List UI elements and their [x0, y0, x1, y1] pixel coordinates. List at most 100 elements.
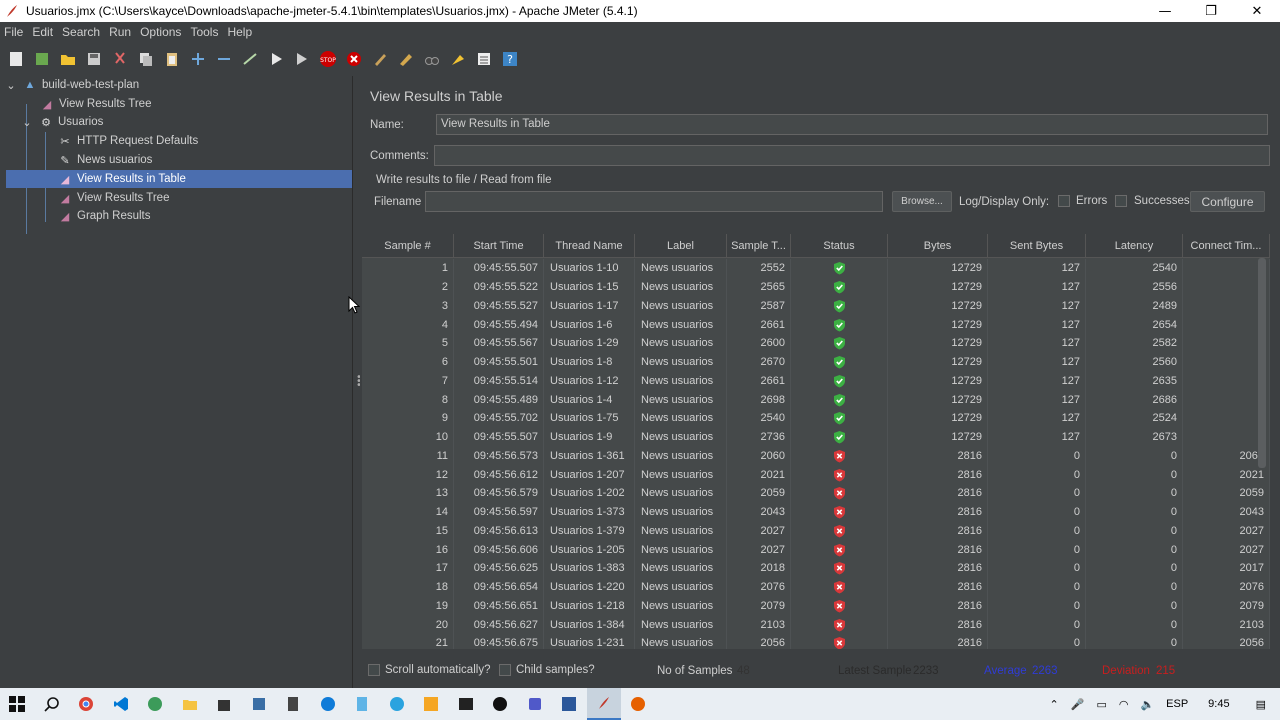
chevron-down-icon[interactable]: ⌄: [4, 78, 18, 92]
menu-options[interactable]: Options: [140, 25, 181, 39]
paste-icon[interactable]: [162, 49, 182, 69]
tree-item-usuarios[interactable]: ⌄ ⚙ Usuarios: [20, 113, 352, 131]
vscode-icon[interactable]: [104, 688, 139, 720]
menu-edit[interactable]: Edit: [32, 25, 53, 39]
edge-dev-icon[interactable]: [138, 688, 173, 720]
table-row[interactable]: 13 09:45:56.579 Usuarios 1-202 News usuario…: [362, 484, 1270, 503]
column-header[interactable]: Bytes: [888, 234, 988, 258]
minimize-button[interactable]: —: [1142, 0, 1188, 22]
tree-item-view-results-in-table[interactable]: ◢ View Results in Table: [6, 170, 352, 188]
clock[interactable]: 9:45: [1208, 698, 1229, 710]
table-row[interactable]: 8 09:45:55.489 Usuarios 1-4 News usuarios 26…: [362, 390, 1270, 409]
tree-item-view-results-tree[interactable]: ◢ View Results Tree: [40, 95, 352, 113]
shutdown-icon[interactable]: [344, 49, 364, 69]
table-row[interactable]: 16 09:45:56.606 Usuarios 1-205 News usuario…: [362, 540, 1270, 559]
windows-start-icon[interactable]: [0, 688, 35, 720]
table-row[interactable]: 9 09:45:55.702 Usuarios 1-75 News usuarios 2…: [362, 409, 1270, 428]
table-row[interactable]: 19 09:45:56.651 Usuarios 1-218 News usuario…: [362, 596, 1270, 616]
column-header[interactable]: Start Time: [454, 234, 544, 258]
filename-field[interactable]: [425, 191, 883, 212]
calculator-icon[interactable]: [276, 688, 311, 720]
table-row[interactable]: 7 09:45:55.514 Usuarios 1-12 News usuarios 2…: [362, 371, 1270, 391]
stop-icon[interactable]: STOP: [318, 49, 338, 69]
menu-run[interactable]: Run: [109, 25, 131, 39]
new-icon[interactable]: [6, 49, 26, 69]
jmeter-taskbar-icon[interactable]: [586, 688, 621, 720]
table-row[interactable]: 20 09:45:56.627 Usuarios 1-384 News usuario…: [362, 615, 1270, 634]
column-header[interactable]: Latency: [1086, 234, 1183, 258]
firefox-icon[interactable]: [621, 688, 656, 720]
table-row[interactable]: 17 09:45:56.625 Usuarios 1-383 News usuario…: [362, 559, 1270, 578]
clear-icon[interactable]: [370, 49, 390, 69]
table-row[interactable]: 12 09:45:56.612 Usuarios 1-207 News usuario…: [362, 465, 1270, 484]
tree-item-http-request-defaults[interactable]: ✂ HTTP Request Defaults: [58, 132, 352, 150]
child-samples-checkbox[interactable]: [499, 664, 511, 676]
name-field[interactable]: View Results in Table: [436, 114, 1268, 135]
language-indicator[interactable]: ESP: [1166, 698, 1188, 710]
column-header[interactable]: Connect Tim...: [1183, 234, 1270, 258]
column-header[interactable]: Thread Name: [544, 234, 635, 258]
scroll-automatically-checkbox[interactable]: [368, 664, 380, 676]
tree-item-news-usuarios[interactable]: ✎ News usuarios: [58, 151, 352, 169]
start-no-pauses-icon[interactable]: [292, 49, 312, 69]
table-row[interactable]: 5 09:45:55.567 Usuarios 1-29 News usuarios 2…: [362, 334, 1270, 353]
table-row[interactable]: 15 09:45:56.613 Usuarios 1-379 News usuario…: [362, 521, 1270, 541]
teams-icon[interactable]: [518, 688, 553, 720]
whatsapp-icon[interactable]: [483, 688, 518, 720]
start-icon[interactable]: [266, 49, 286, 69]
notepad-icon[interactable]: [345, 688, 380, 720]
maximize-button[interactable]: ❐: [1188, 0, 1234, 22]
close-button[interactable]: ✕: [1234, 0, 1280, 22]
table-row[interactable]: 3 09:45:55.527 Usuarios 1-17 News usuarios 2…: [362, 296, 1270, 316]
toggle-icon[interactable]: [240, 49, 260, 69]
split-pane-divider[interactable]: • • •: [352, 76, 362, 688]
copy-icon[interactable]: [136, 49, 156, 69]
telegram-icon[interactable]: [380, 688, 415, 720]
open-icon[interactable]: [58, 49, 78, 69]
notifications-icon[interactable]: ▤: [1256, 698, 1266, 711]
successes-checkbox[interactable]: [1115, 195, 1127, 207]
comments-field[interactable]: [434, 145, 1270, 166]
app-icon[interactable]: [242, 688, 277, 720]
search-icon[interactable]: [35, 688, 70, 720]
errors-checkbox[interactable]: [1058, 195, 1070, 207]
menu-help[interactable]: Help: [227, 25, 252, 39]
table-row[interactable]: 14 09:45:56.597 Usuarios 1-373 News usuario…: [362, 502, 1270, 522]
configure-button[interactable]: Configure: [1190, 191, 1265, 212]
cut-icon[interactable]: [110, 49, 130, 69]
menu-search[interactable]: Search: [62, 25, 100, 39]
edge-icon[interactable]: [311, 688, 346, 720]
store-icon[interactable]: [207, 688, 242, 720]
column-header[interactable]: Sample #: [362, 234, 454, 258]
menu-tools[interactable]: Tools: [190, 25, 218, 39]
column-header[interactable]: Sample T...: [727, 234, 791, 258]
column-header[interactable]: Sent Bytes: [988, 234, 1086, 258]
table-scrollbar[interactable]: [1258, 258, 1266, 468]
chrome-icon[interactable]: [69, 688, 104, 720]
table-row[interactable]: 18 09:45:56.654 Usuarios 1-220 News usuario…: [362, 577, 1270, 597]
media-player-icon[interactable]: [414, 688, 449, 720]
tree-item-graph-results[interactable]: ◢ Graph Results: [58, 207, 352, 225]
table-row[interactable]: 1 09:45:55.507 Usuarios 1-10 News usuarios 2…: [362, 259, 1270, 278]
chevron-down-icon[interactable]: ⌄: [20, 115, 34, 129]
volume-icon[interactable]: 🔈: [1140, 698, 1154, 711]
browse-button[interactable]: Browse...: [892, 191, 952, 212]
expand-icon[interactable]: [188, 49, 208, 69]
battery-icon[interactable]: ▭: [1096, 698, 1106, 711]
tree-item-root[interactable]: ⌄ ▲ build-web-test-plan: [4, 76, 352, 94]
help-icon[interactable]: ?: [500, 49, 520, 69]
column-header[interactable]: Label: [635, 234, 727, 258]
table-row[interactable]: 2 09:45:55.522 Usuarios 1-15 News usuarios 2…: [362, 277, 1270, 297]
templates-icon[interactable]: [32, 49, 52, 69]
table-row[interactable]: 6 09:45:55.501 Usuarios 1-8 News usuarios 26…: [362, 352, 1270, 372]
table-row[interactable]: 11 09:45:56.573 Usuarios 1-361 News usuario…: [362, 446, 1270, 466]
reset-search-icon[interactable]: [448, 49, 468, 69]
save-icon[interactable]: [84, 49, 104, 69]
file-explorer-icon[interactable]: [173, 688, 208, 720]
collapse-icon[interactable]: [214, 49, 234, 69]
word-icon[interactable]: [552, 688, 587, 720]
terminal-icon[interactable]: [449, 688, 484, 720]
microphone-icon[interactable]: 🎤: [1071, 698, 1085, 711]
menu-file[interactable]: File: [4, 25, 23, 39]
table-row[interactable]: 21 09:45:56.675 Usuarios 1-231 News usuario…: [362, 634, 1270, 649]
